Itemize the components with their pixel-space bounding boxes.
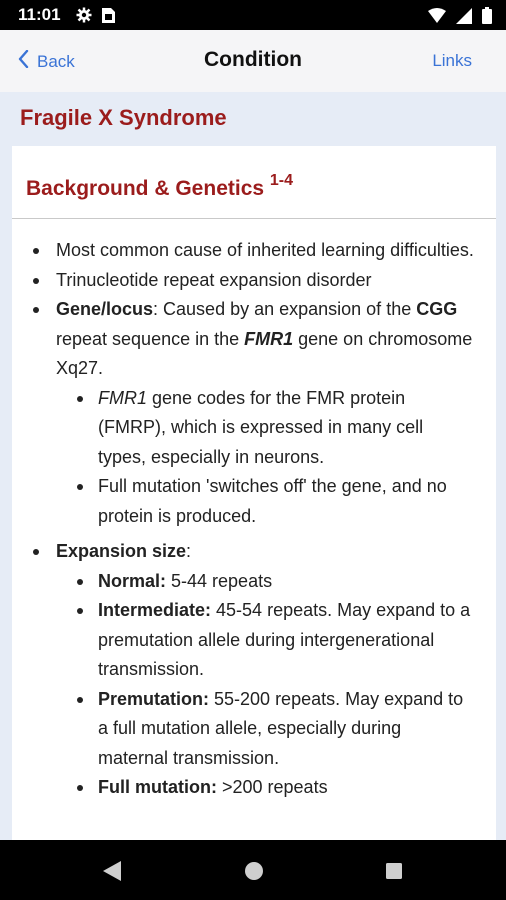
list-item: Premutation: 55-200 repeats. May expand … [56,685,484,774]
battery-icon [482,7,492,29]
list-item: Most common cause of inherited learning … [12,236,496,266]
fmr1-term: FMR1 [244,328,294,349]
expansion-size-label: Expansion size [56,541,187,561]
list-item: Full mutation 'switches off' the gene, a… [56,472,484,531]
gene-locus-label: Gene/locus [56,299,154,319]
cgg-term: CGG [416,299,458,319]
page-title: Condition [204,48,302,71]
system-nav-bar [0,840,506,900]
gear-icon [76,7,92,28]
list-item: FMR1 gene codes for the FMR protein (FMR… [56,384,484,473]
section-title: Background & Genetics [26,177,265,200]
recents-square-icon[interactable] [384,860,404,887]
list-item: Normal: 5-44 repeats [56,567,484,597]
home-circle-icon[interactable] [244,860,264,887]
list-item: Expansion size: Normal: 5-44 repeats Int… [12,537,496,803]
sim-card-icon [102,7,115,28]
wifi-icon [428,8,446,28]
back-triangle-icon[interactable] [102,860,122,887]
list-item: Full mutation: >200 repeats [56,773,484,803]
list-item: Gene/locus: Caused by an expansion of th… [12,295,496,531]
status-time: 11:01 [18,5,61,24]
links-button[interactable]: Links [432,51,472,71]
app-header: Back Condition Links [0,30,506,92]
signal-icon [456,7,472,29]
status-bar: 11:01 [0,0,506,30]
section-card: Background & Genetics 1-4 Most common ca… [12,146,496,840]
section-body: Most common cause of inherited learning … [12,236,496,803]
section-references[interactable]: 1-4 [270,172,293,189]
condition-name: Fragile X Syndrome [20,105,227,130]
section-header: Background & Genetics 1-4 [12,146,496,219]
list-item: Intermediate: 45-54 repeats. May expand … [56,596,484,685]
list-item: Trinucleotide repeat expansion disorder [12,266,496,296]
